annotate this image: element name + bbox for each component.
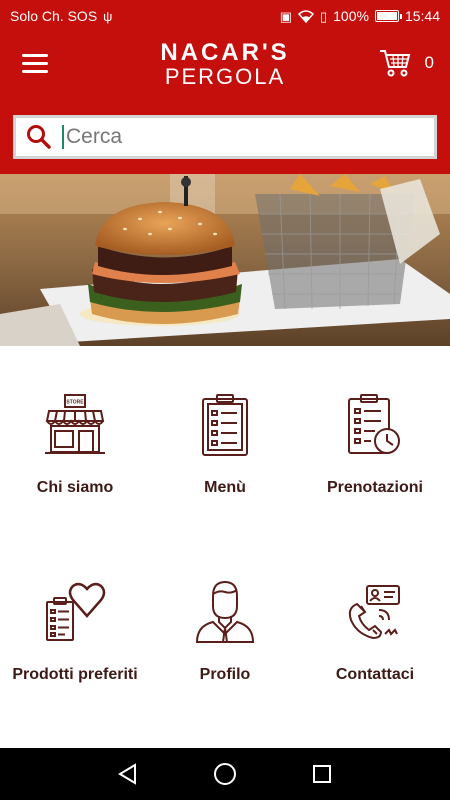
store-sign-text: STORE — [66, 400, 84, 406]
tile-label: Prodotti preferiti — [12, 666, 138, 683]
cart-count: 0 — [424, 53, 434, 72]
battery-icon — [374, 10, 402, 22]
tile-label: Prenotazioni — [326, 479, 423, 496]
status-bar: Solo Ch. SOS ψ ▣ ▯ 100% 15:44 — [0, 0, 450, 32]
vibrate-icon: ▣ — [279, 8, 292, 24]
clipboard-list-icon — [202, 394, 248, 456]
tile-menu[interactable]: Menù — [150, 393, 300, 497]
tile-label: Contattaci — [335, 666, 415, 683]
usb-icon: ψ — [103, 8, 113, 24]
battery-percent: 100% — [333, 8, 369, 24]
sim-icon: ▯ — [319, 8, 328, 24]
tile-label: Profilo — [199, 666, 251, 683]
search-input[interactable] — [62, 125, 402, 149]
clipboard-clock-icon — [348, 394, 400, 454]
cart-icon — [379, 50, 410, 77]
back-icon[interactable] — [108, 754, 148, 794]
wifi-icon — [297, 9, 314, 23]
hero-burger-image — [0, 174, 450, 346]
tile-label: Menù — [204, 479, 246, 496]
tile-prenotazioni[interactable]: Prenotazioni — [300, 393, 450, 497]
store-icon: STORE — [45, 394, 105, 454]
clipboard-heart-icon — [46, 582, 106, 641]
tile-label: Chi siamo — [36, 479, 114, 496]
phone-contact-icon — [348, 585, 400, 640]
carrier-label: Solo Ch. SOS — [10, 8, 98, 24]
app-bar: NACAR'S PERGOLA 0 — [0, 32, 450, 110]
search-bar — [0, 110, 450, 174]
status-right: ▣ ▯ 100% 15:44 — [280, 8, 440, 24]
user-icon — [195, 580, 255, 643]
cart-button[interactable]: 0 — [379, 48, 434, 78]
search-box[interactable] — [13, 115, 437, 159]
tile-contattaci[interactable]: Contattaci — [300, 580, 450, 684]
clock: 15:44 — [404, 8, 440, 24]
home-menu-grid: STORE Chi siamo Menù Prenotazioni Prodot… — [0, 346, 450, 748]
home-icon[interactable] — [205, 754, 245, 794]
tile-prodotti-preferiti[interactable]: Prodotti preferiti — [0, 580, 150, 684]
search-icon — [27, 125, 51, 149]
battery-fill — [376, 12, 397, 20]
recents-icon[interactable] — [302, 754, 342, 794]
tile-chi-siamo[interactable]: STORE Chi siamo — [0, 393, 150, 497]
system-nav-bar — [0, 748, 450, 800]
status-left: Solo Ch. SOS ψ — [10, 8, 112, 24]
tile-profilo[interactable]: Profilo — [150, 580, 300, 684]
